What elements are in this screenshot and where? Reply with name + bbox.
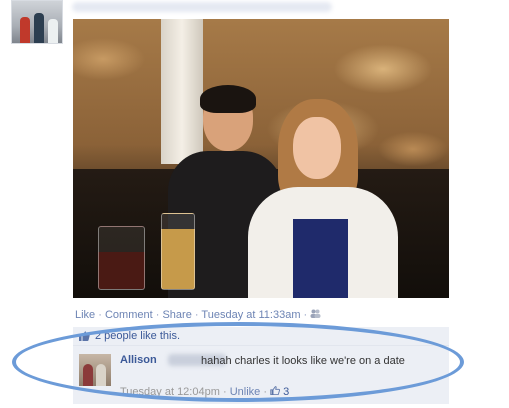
avatar-figure	[48, 19, 58, 43]
likes-suffix: like this.	[140, 330, 181, 342]
poster-avatar[interactable]	[11, 0, 63, 44]
wine-glass	[98, 226, 145, 290]
likes-summary: 2 people like this.	[73, 327, 449, 346]
comment-thumbs-up-icon	[270, 386, 283, 398]
comment-link[interactable]: Comment	[105, 309, 153, 321]
blurred-post-header	[72, 2, 332, 12]
avatar-figure	[20, 17, 30, 43]
comment-meta: Tuesday at 12:04pm · Unlike · 3	[120, 386, 290, 398]
comment-like-count[interactable]: 3	[283, 386, 289, 398]
post-actions: Like · Comment · Share · Tuesday at 11:3…	[75, 309, 321, 321]
post-timestamp[interactable]: Tuesday at 11:33am	[201, 309, 300, 321]
share-link[interactable]: Share	[162, 309, 191, 321]
avatar-figure	[34, 13, 44, 43]
beer-glass	[161, 213, 195, 290]
commenter-name[interactable]: Allison	[120, 354, 157, 366]
commenter-avatar[interactable]	[79, 354, 111, 386]
thumbs-up-icon	[79, 331, 90, 341]
comment: Allison hahah charles it looks like we'r…	[73, 346, 449, 404]
comment-timestamp[interactable]: Tuesday at 12:04pm	[120, 386, 220, 398]
unlike-link[interactable]: Unlike	[230, 386, 261, 398]
person-woman	[238, 99, 398, 298]
post-photo[interactable]	[73, 19, 449, 298]
friends-icon[interactable]	[310, 309, 321, 321]
comment-text: hahah charles it looks like we're on a d…	[201, 355, 405, 367]
like-link[interactable]: Like	[75, 309, 95, 321]
likers-link[interactable]: 2 people	[95, 330, 137, 342]
